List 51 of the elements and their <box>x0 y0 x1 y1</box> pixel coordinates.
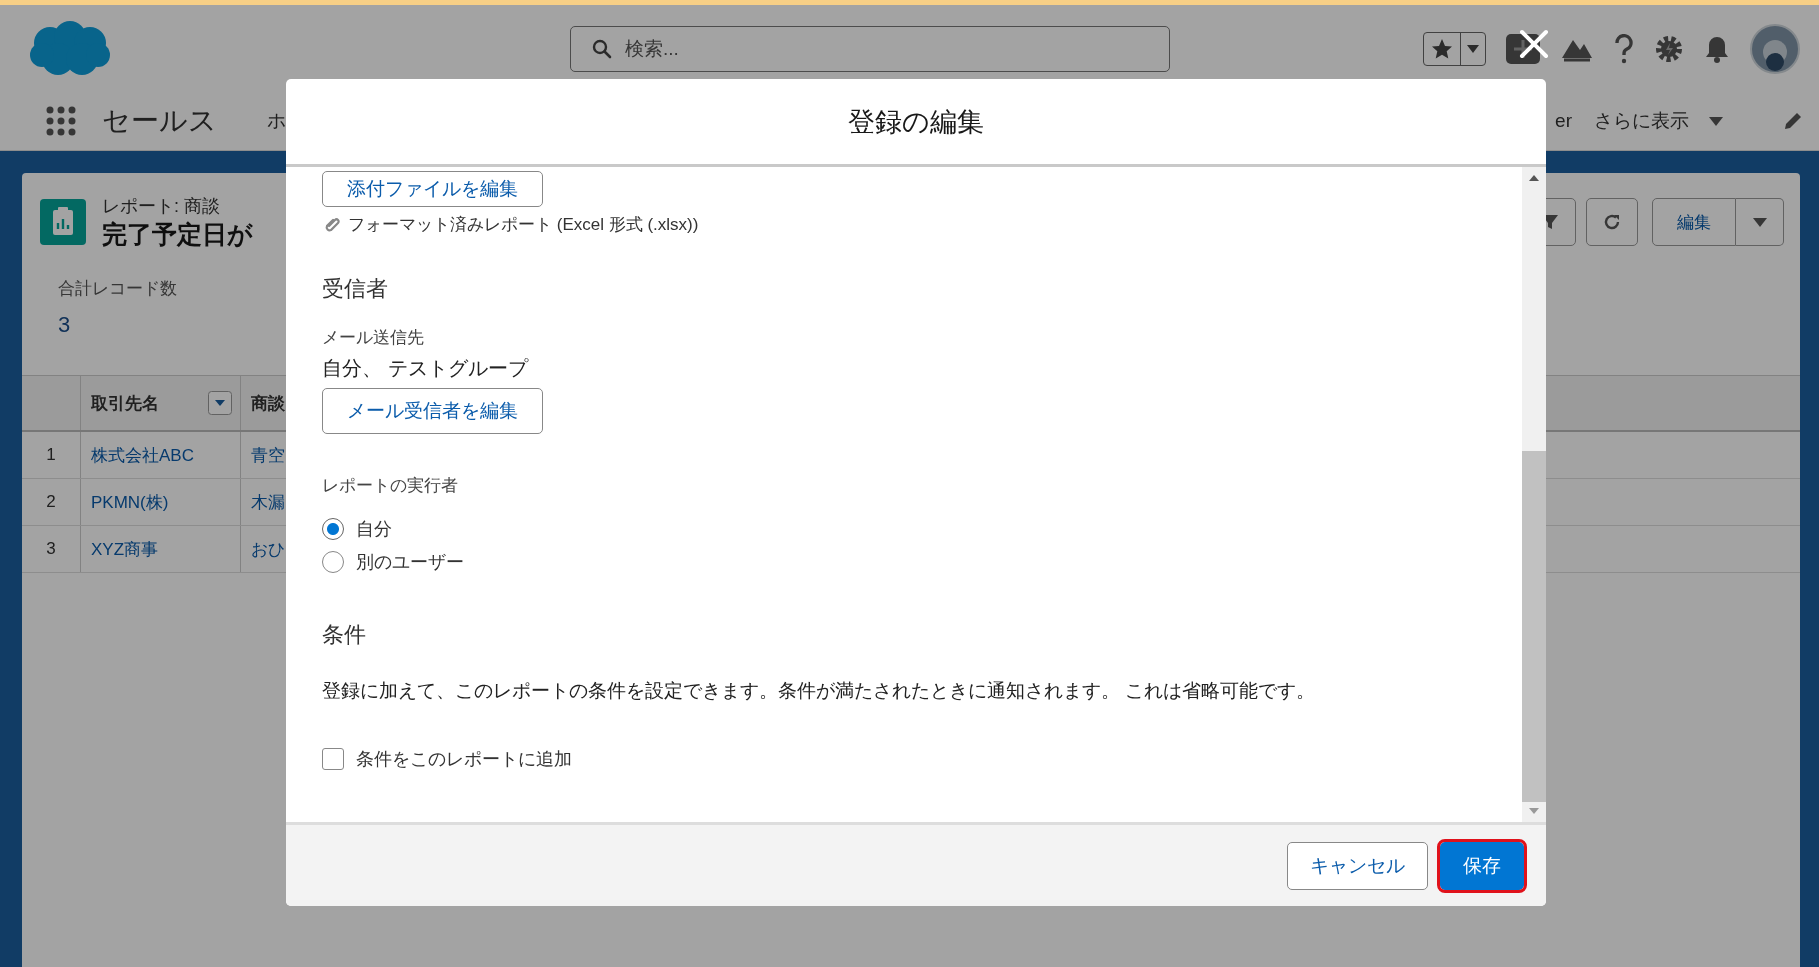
report-icon <box>40 199 86 245</box>
modal-title: 登録の編集 <box>848 105 984 139</box>
edit-recipients-button[interactable]: メール受信者を編集 <box>322 388 543 434</box>
settings-icon[interactable] <box>1654 33 1684 64</box>
help-icon[interactable] <box>1614 33 1634 64</box>
favorites-button[interactable] <box>1423 31 1486 66</box>
scrollbar[interactable] <box>1522 167 1546 822</box>
dropdown-button[interactable] <box>1736 198 1784 246</box>
close-icon[interactable] <box>1518 28 1550 60</box>
report-type-label: レポート: 商談 <box>102 194 221 218</box>
pencil-icon[interactable] <box>1783 111 1803 131</box>
section-heading: 受信者 <box>322 275 388 303</box>
radio-button[interactable] <box>322 551 344 573</box>
checkbox-label[interactable]: 条件をこのレポートに追加 <box>356 747 572 771</box>
caret-icon <box>1467 44 1479 53</box>
radio-label[interactable]: 別のユーザー <box>356 550 464 574</box>
search-icon <box>592 38 612 59</box>
app-name: セールス <box>102 104 217 138</box>
report-title: 完了予定日が <box>102 218 253 250</box>
description-text: 登録に加えて、このレポートの条件を設定できます。条件が満たされたときに通知されます。 これは省略可能です。 <box>322 679 1316 703</box>
checkbox[interactable] <box>322 748 344 770</box>
more-tabs-menu[interactable]: さらに表示 <box>1594 108 1689 134</box>
table-cell[interactable]: XYZ商事 <box>80 526 240 572</box>
table-cell[interactable]: PKMN(株) <box>80 479 240 525</box>
row-number: 2 <box>45 491 57 513</box>
cancel-button[interactable]: キャンセル <box>1287 841 1428 890</box>
caret-icon[interactable] <box>1709 116 1723 126</box>
nav-tab[interactable]: ホ <box>267 108 286 134</box>
record-count-label: 合計レコード数 <box>58 278 177 300</box>
radio-label[interactable]: 自分 <box>356 517 392 541</box>
search-field[interactable]: 検索... <box>570 25 1170 72</box>
record-count: 3 <box>58 312 71 338</box>
field-label: メール送信先 <box>322 327 424 349</box>
scroll-up-icon[interactable] <box>1529 175 1539 181</box>
radio-button[interactable] <box>322 518 344 540</box>
edit-attachment-button[interactable]: 添付ファイルを編集 <box>322 171 543 207</box>
avatar-icon[interactable] <box>1750 23 1800 74</box>
app-launcher-icon[interactable] <box>46 106 76 136</box>
refresh-button[interactable] <box>1586 198 1638 246</box>
attachment-format: フォーマット済みレポート (Excel 形式 (.xlsx)) <box>348 214 699 236</box>
table-cell[interactable]: 株式会社ABC <box>80 432 240 478</box>
column-header[interactable]: 取引先名 <box>80 376 240 430</box>
section-heading: 条件 <box>322 621 366 649</box>
caret-icon <box>1752 217 1767 227</box>
nav-tab[interactable]: er <box>1555 110 1572 132</box>
refresh-icon <box>1602 212 1622 232</box>
edit-button[interactable]: 編集 <box>1652 198 1736 246</box>
row-number: 1 <box>45 444 57 466</box>
save-button[interactable]: 保存 <box>1440 841 1524 890</box>
column-menu-icon[interactable] <box>208 391 232 415</box>
row-number: 3 <box>45 538 57 560</box>
